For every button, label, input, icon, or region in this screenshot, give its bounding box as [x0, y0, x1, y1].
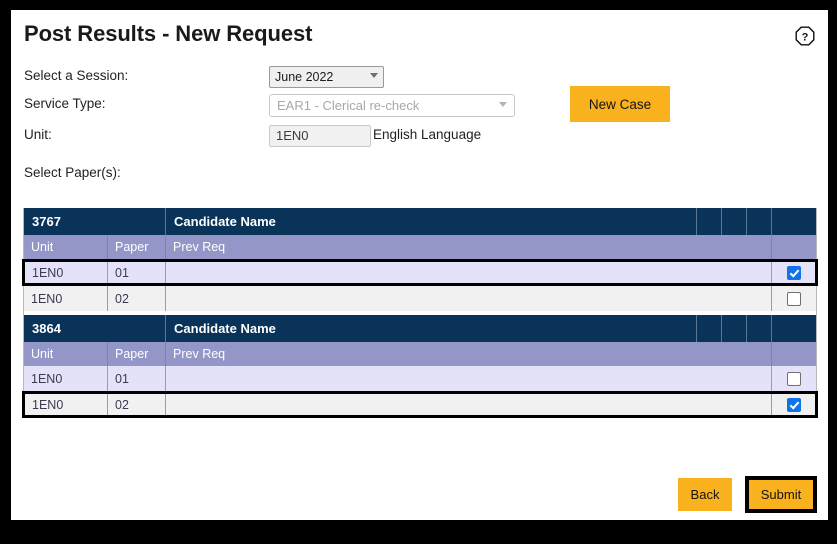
- new-case-button[interactable]: New Case: [570, 86, 670, 122]
- page-content: Post Results - New Request ? Select a Se…: [11, 10, 828, 520]
- column-header-unit: Unit: [23, 342, 108, 366]
- candidate-name-header: Candidate Name: [165, 315, 698, 342]
- window-frame: Post Results - New Request ? Select a Se…: [0, 0, 837, 544]
- paper-select-checkbox[interactable]: [786, 397, 801, 412]
- candidate-spacer-cell: [771, 208, 817, 235]
- column-header-paper: Paper: [107, 235, 167, 261]
- column-header-row: Unit Paper Prev Req: [23, 235, 817, 261]
- submit-button[interactable]: Submit: [745, 476, 817, 513]
- unit-description: English Language: [373, 127, 482, 142]
- request-form: Select a Session: June 2022 Service Type…: [11, 64, 828, 188]
- cell-unit: 1EN0: [23, 366, 108, 393]
- cell-select[interactable]: [771, 284, 817, 311]
- cell-paper: 02: [107, 391, 167, 418]
- column-header-prev-req: Prev Req: [165, 235, 773, 261]
- chevron-down-icon: [370, 73, 378, 78]
- candidate-spacer-cell: [721, 208, 748, 235]
- paper-select-checkbox[interactable]: [786, 265, 801, 280]
- candidate-header-row: 3767 Candidate Name: [23, 208, 817, 235]
- cell-paper: 01: [107, 366, 167, 393]
- table-row[interactable]: 1EN0 01: [23, 366, 817, 393]
- session-select[interactable]: June 2022: [269, 66, 384, 88]
- papers-table: 3767 Candidate Name Unit Paper Prev Req 1EN0 0…: [22, 208, 819, 418]
- candidate-spacer-cell: [696, 315, 723, 342]
- chevron-down-icon: [499, 102, 507, 107]
- cell-prev-req: [165, 284, 773, 311]
- unit-input[interactable]: 1EN0: [269, 125, 371, 147]
- column-header-row: Unit Paper Prev Req: [23, 342, 817, 366]
- candidate-header-row: 3864 Candidate Name: [23, 315, 817, 342]
- paper-select-checkbox[interactable]: [787, 291, 802, 306]
- session-label: Select a Session:: [24, 68, 129, 83]
- column-header-select: [771, 235, 817, 261]
- cell-paper: 01: [107, 259, 167, 286]
- column-header-unit: Unit: [23, 235, 108, 261]
- table-row[interactable]: 1EN0 01: [22, 259, 819, 286]
- session-select-value: June 2022: [275, 70, 334, 84]
- cell-select[interactable]: [771, 391, 819, 418]
- papers-table-body: 3767 Candidate Name Unit Paper Prev Req 1EN0 0…: [22, 208, 819, 418]
- column-header-select: [771, 342, 817, 366]
- cell-prev-req: [165, 391, 773, 418]
- help-icon[interactable]: ?: [795, 26, 815, 46]
- candidate-spacer-cell: [721, 315, 748, 342]
- cell-unit: 1EN0: [22, 259, 108, 286]
- unit-row: Unit: 1EN0 English Language: [11, 125, 828, 154]
- page-title: Post Results - New Request: [24, 21, 313, 46]
- form-footer: Back Submit: [11, 476, 828, 520]
- session-row: Select a Session: June 2022: [11, 66, 828, 95]
- svg-text:?: ?: [802, 32, 809, 44]
- candidate-name-header: Candidate Name: [165, 208, 698, 235]
- service-type-row: Service Type: EAR1 - Clerical re-check: [11, 94, 828, 123]
- table-row[interactable]: 1EN0 02: [23, 284, 817, 311]
- cell-unit: 1EN0: [23, 284, 108, 311]
- candidate-spacer-cell: [696, 208, 723, 235]
- service-type-value: EAR1 - Clerical re-check: [277, 98, 420, 113]
- service-type-label: Service Type:: [24, 96, 106, 111]
- candidate-spacer-cell: [746, 208, 773, 235]
- papers-table-container: 3767 Candidate Name Unit Paper Prev Req 1EN0 0…: [22, 208, 819, 418]
- cell-prev-req: [165, 366, 773, 393]
- column-header-paper: Paper: [107, 342, 167, 366]
- cell-paper: 02: [107, 284, 167, 311]
- unit-input-value: 1EN0: [276, 128, 309, 143]
- candidate-number: 3767: [23, 208, 167, 235]
- page-header: Post Results - New Request ?: [11, 10, 828, 64]
- cell-select[interactable]: [771, 366, 817, 393]
- candidate-spacer-cell: [771, 315, 817, 342]
- back-button[interactable]: Back: [678, 478, 732, 511]
- candidate-spacer-cell: [746, 315, 773, 342]
- column-header-prev-req: Prev Req: [165, 342, 773, 366]
- service-type-select[interactable]: EAR1 - Clerical re-check: [269, 94, 515, 117]
- cell-unit: 1EN0: [22, 391, 108, 418]
- candidate-number: 3864: [23, 315, 167, 342]
- cell-prev-req: [165, 259, 773, 286]
- paper-select-checkbox[interactable]: [787, 371, 802, 386]
- table-row[interactable]: 1EN0 02: [22, 391, 819, 418]
- cell-select[interactable]: [771, 259, 819, 286]
- select-papers-label: Select Paper(s):: [24, 165, 121, 180]
- unit-label: Unit:: [24, 127, 52, 142]
